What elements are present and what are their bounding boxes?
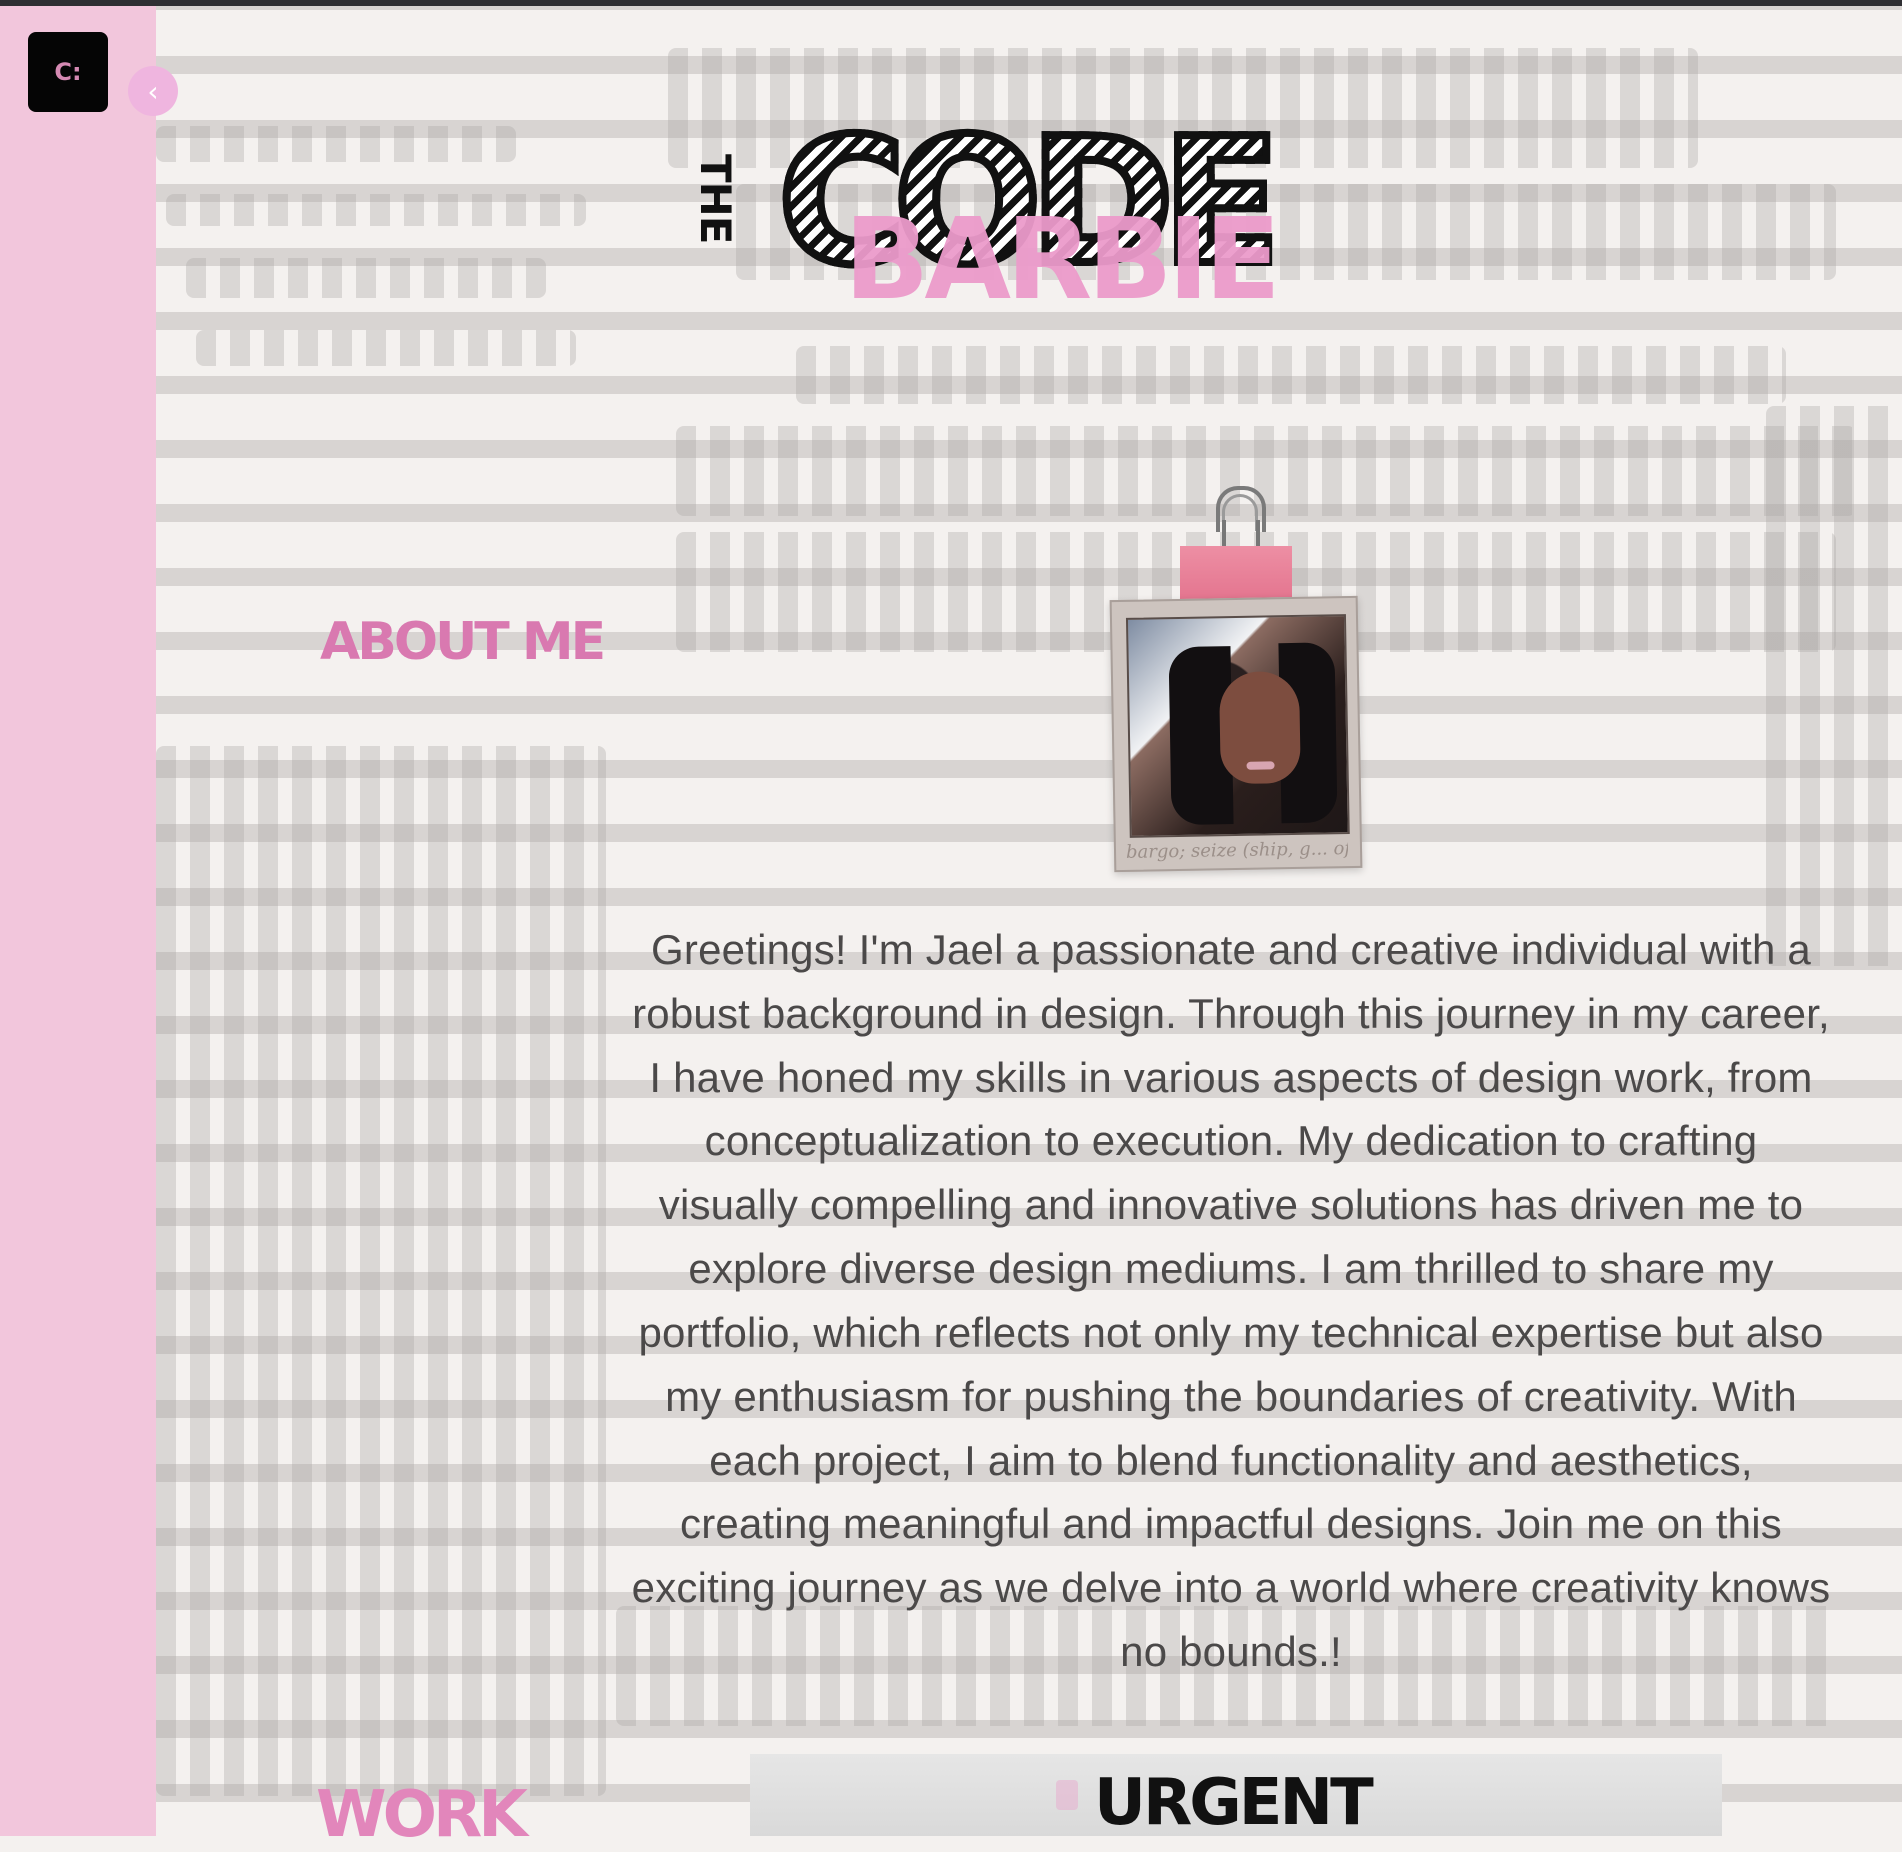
urgent-banner: URGENT xyxy=(750,1754,1722,1836)
code-logo-icon[interactable]: C: xyxy=(28,32,108,112)
sidebar: C: xyxy=(0,6,156,1836)
collapse-sidebar-button[interactable]: ‹ xyxy=(128,66,178,116)
paper-texture xyxy=(166,194,586,226)
paper-texture xyxy=(1766,406,1902,966)
about-heading: ABOUT ME xyxy=(320,612,606,672)
paper-texture xyxy=(156,126,516,162)
logo-text: C: xyxy=(54,58,82,86)
profile-photo-frame: bargo; seize (ship, g... of Rom xyxy=(1109,595,1363,873)
profile-card: bargo; seize (ship, g... of Rom xyxy=(1109,486,1363,876)
profile-photo xyxy=(1125,614,1350,838)
paper-texture xyxy=(156,746,606,1796)
about-paragraph: Greetings! I'm Jael a passionate and cre… xyxy=(631,926,1831,1676)
paper-texture xyxy=(796,346,1786,404)
urgent-text: URGENT xyxy=(1094,1766,1374,1836)
site-logo: THE CODE BARBIE xyxy=(691,112,1340,317)
photo-caption: bargo; seize (ship, g... of Rom xyxy=(1125,838,1349,863)
urgent-mark xyxy=(1056,1780,1078,1810)
photo-lips xyxy=(1246,761,1275,770)
logo-barbie: BARBIE xyxy=(844,195,1281,325)
paper-texture xyxy=(196,330,576,366)
logo-the: THE xyxy=(691,154,740,244)
work-heading: WORK xyxy=(316,1778,528,1852)
chevron-left-icon: ‹ xyxy=(147,74,159,108)
paper-texture xyxy=(186,258,546,298)
